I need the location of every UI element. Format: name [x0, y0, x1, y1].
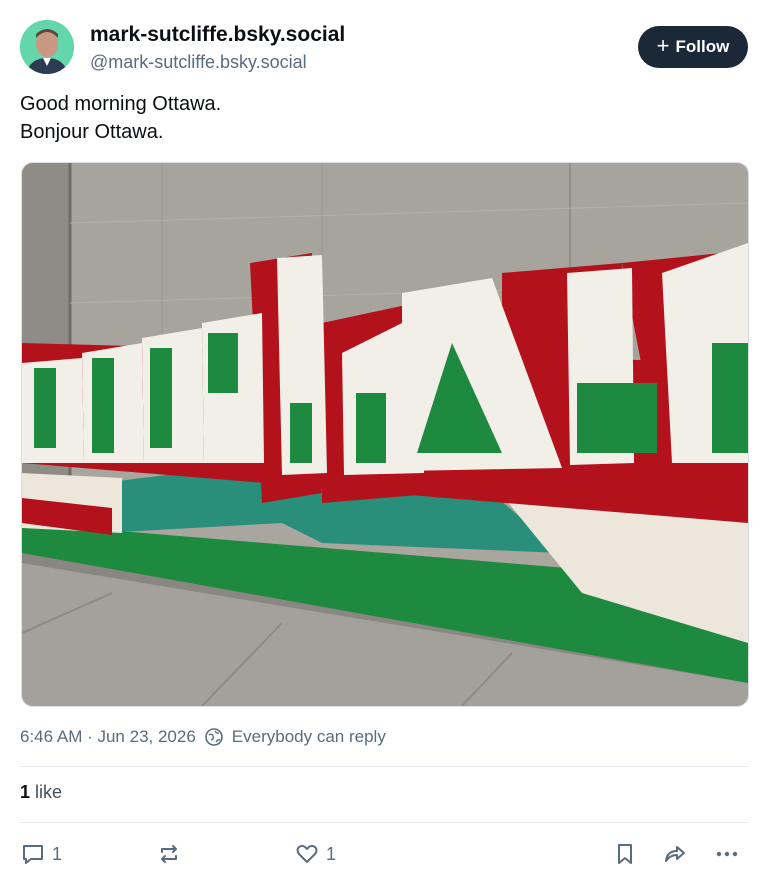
more-options-button[interactable]: [714, 838, 740, 870]
follow-label: Follow: [675, 37, 730, 56]
divider: [20, 822, 748, 823]
share-icon: [665, 846, 685, 862]
timestamp[interactable]: 6:46 AM · Jun 23, 2026: [20, 727, 196, 747]
heart-icon: [296, 844, 318, 863]
bookmark-button[interactable]: [612, 838, 638, 870]
post-meta: 6:46 AM · Jun 23, 2026 Everybody can rep…: [20, 727, 386, 747]
more-icon: [716, 851, 738, 857]
post-text: Good morning Ottawa. Bonjour Ottawa.: [20, 90, 221, 146]
handle[interactable]: @mark-sutcliffe.bsky.social: [90, 50, 345, 74]
globe-icon: [204, 728, 223, 746]
post-line: Good morning Ottawa.: [20, 93, 222, 115]
repost-button[interactable]: [156, 838, 182, 870]
post-header: mark-sutcliffe.bsky.social @mark-sutclif…: [20, 20, 748, 76]
reply-button[interactable]: 1: [20, 838, 62, 870]
bookmark-icon: [618, 844, 632, 864]
display-name[interactable]: mark-sutcliffe.bsky.social: [90, 22, 345, 48]
reply-count: 1: [52, 843, 63, 864]
likes-label: like: [35, 782, 63, 802]
little-italy-mural-photo: [22, 163, 748, 706]
like-count: 1: [326, 843, 337, 864]
reply-icon: [23, 845, 43, 864]
post-image[interactable]: [21, 162, 749, 707]
author-names: mark-sutcliffe.bsky.social @mark-sutclif…: [90, 22, 345, 74]
likes-summary[interactable]: 1 like: [20, 782, 62, 803]
repost-icon: [161, 845, 177, 863]
reply-setting: Everybody can reply: [231, 727, 386, 746]
follow-button[interactable]: + Follow: [638, 26, 748, 68]
avatar[interactable]: [20, 20, 74, 74]
likes-count: 1: [20, 782, 31, 802]
share-button[interactable]: [662, 838, 688, 870]
post-line: Bonjour Ottawa.: [20, 121, 164, 143]
plus-icon: +: [656, 33, 670, 58]
like-button[interactable]: 1: [294, 838, 336, 870]
post-actions: 1 1: [20, 838, 748, 870]
divider: [20, 766, 748, 767]
